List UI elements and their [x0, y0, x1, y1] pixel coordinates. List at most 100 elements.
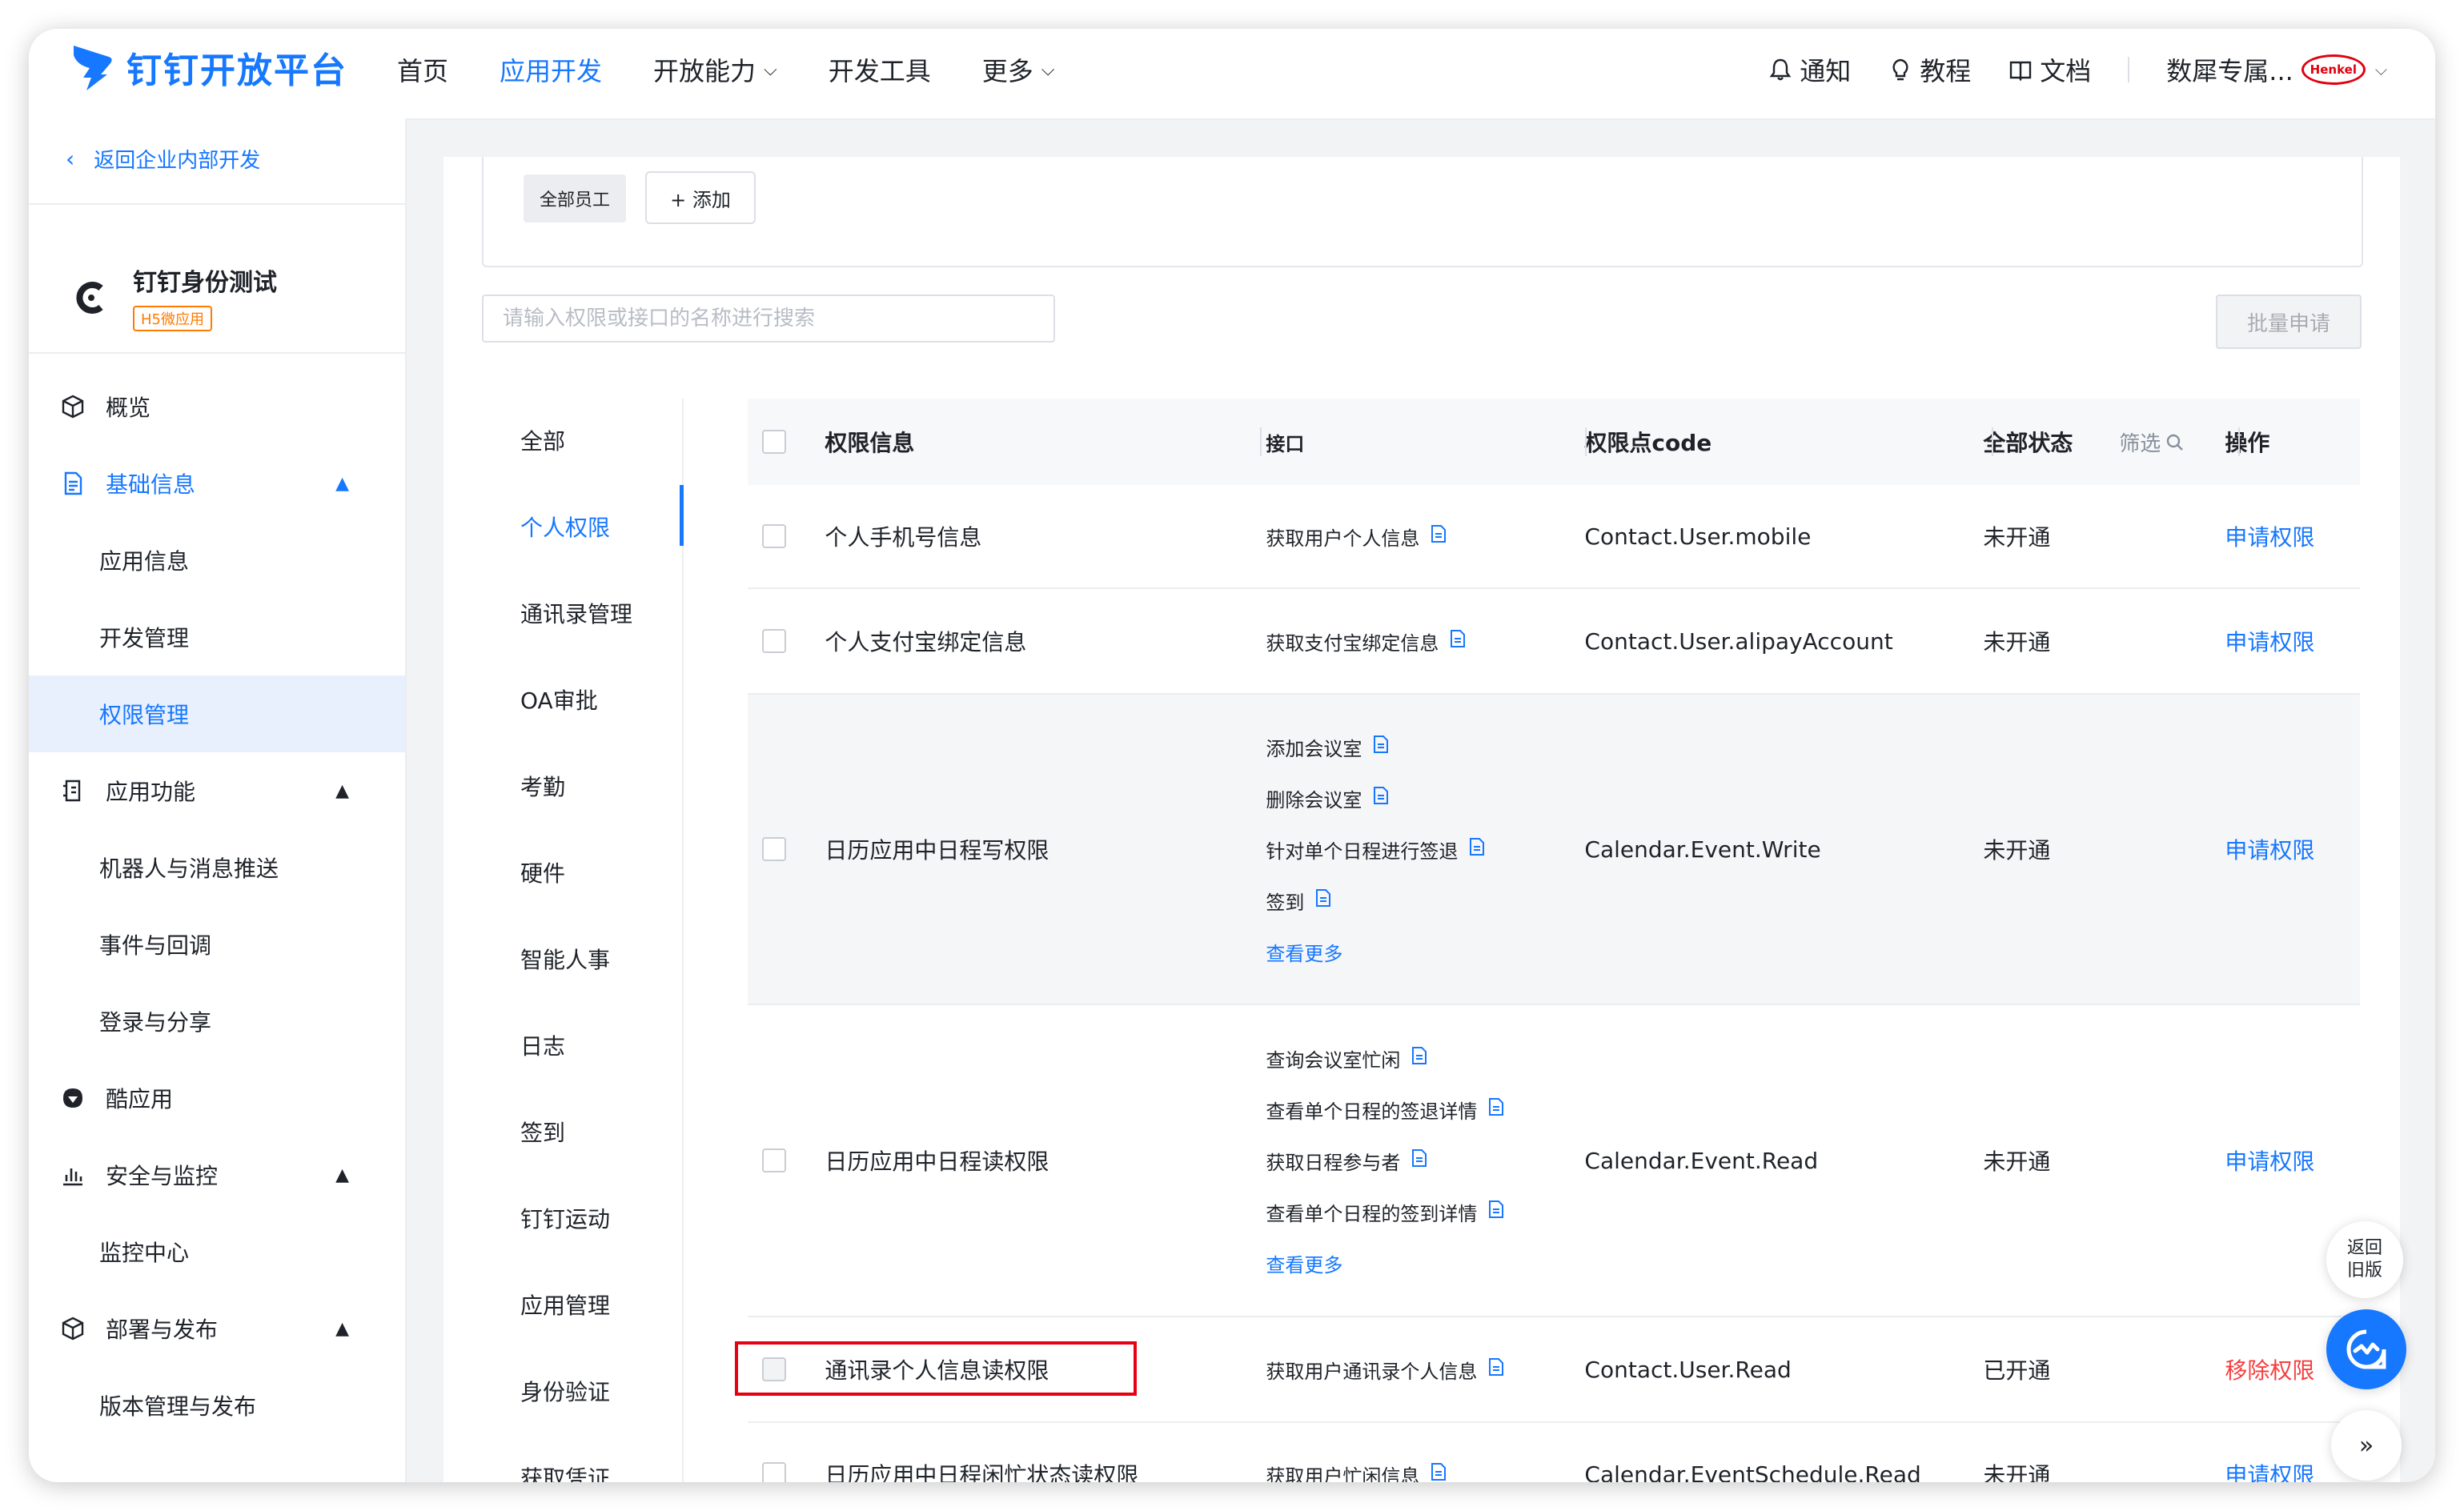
column-divider	[2238, 427, 2240, 456]
api-item[interactable]: 查看单个日程的签到详情	[1266, 1186, 1584, 1237]
view-more-link[interactable]: 查看更多	[1266, 926, 1584, 977]
apply-permission-link[interactable]: 申请权限	[2225, 837, 2314, 864]
expand-panel-button[interactable]: »	[2331, 1410, 2402, 1481]
api-item[interactable]: 删除会议室	[1266, 772, 1584, 824]
sidebar-item-app-features[interactable]: 应用功能 ▲	[29, 752, 405, 829]
sidebar-item-login-share[interactable]: 登录与分享	[29, 983, 405, 1060]
api-item[interactable]: 获取支付宝绑定信息	[1266, 615, 1584, 667]
document-link-icon[interactable]	[1304, 889, 1331, 912]
row-checkbox[interactable]	[762, 524, 786, 548]
sidebar-item-app-info[interactable]: 应用信息	[29, 522, 405, 599]
apply-permission-link[interactable]: 申请权限	[2225, 524, 2314, 551]
api-item[interactable]: 获取用户通讯录个人信息	[1266, 1344, 1584, 1395]
sidebar-item-overview[interactable]: 概览	[29, 368, 405, 445]
sidebar-item-deploy-release[interactable]: 部署与发布 ▲	[29, 1290, 405, 1367]
table-row: 日历应用中日程闲忙状态读权限 获取用户忙闲信息 Calendar.EventSc…	[748, 1423, 2360, 1482]
document-link-icon[interactable]	[1419, 1463, 1447, 1482]
row-checkbox[interactable]	[762, 1148, 786, 1172]
col-permission-code: 权限点code	[1584, 430, 1712, 456]
category-smart-hr[interactable]: 智能人事	[482, 917, 682, 1004]
sidebar-item-robot-messages[interactable]: 机器人与消息推送	[29, 829, 405, 906]
column-divider	[1260, 427, 1262, 456]
assistant-button[interactable]	[2326, 1309, 2406, 1389]
document-link-icon[interactable]	[1477, 1098, 1504, 1120]
document-link-icon[interactable]	[1477, 1200, 1504, 1223]
document-link-icon[interactable]	[1477, 1358, 1504, 1381]
tutorial-link[interactable]: 教程	[1888, 51, 1971, 88]
category-oa-approval[interactable]: OA审批	[482, 658, 682, 744]
category-check-in[interactable]: 签到	[482, 1090, 682, 1176]
category-log[interactable]: 日志	[482, 1004, 682, 1090]
sidebar-item-permission-management[interactable]: 权限管理	[29, 675, 405, 752]
api-item[interactable]: 签到	[1266, 875, 1584, 926]
category-identity[interactable]: 身份验证	[482, 1349, 682, 1436]
row-checkbox[interactable]	[762, 629, 786, 653]
category-credentials[interactable]: 获取凭证	[482, 1436, 682, 1482]
sidebar-item-security-monitoring[interactable]: 安全与监控 ▲	[29, 1136, 405, 1213]
category-personal[interactable]: 个人权限	[482, 485, 684, 571]
nav-dev-tools[interactable]: 开发工具	[829, 51, 931, 88]
nav-home[interactable]: 首页	[397, 51, 448, 88]
status-badge: 未开通	[1983, 837, 2051, 864]
api-item[interactable]: 针对单个日程进行签退	[1266, 824, 1584, 875]
apply-permission-link[interactable]: 申请权限	[2225, 629, 2314, 655]
category-hardware[interactable]: 硬件	[482, 831, 682, 917]
row-checkbox[interactable]	[762, 1462, 786, 1482]
sidebar-item-dev-management[interactable]: 开发管理	[29, 599, 405, 675]
apply-permission-link[interactable]: 申请权限	[2225, 1462, 2314, 1482]
document-link-icon[interactable]	[1362, 735, 1389, 758]
document-link-icon[interactable]	[1458, 838, 1485, 860]
api-item[interactable]: 查看单个日程的签退详情	[1266, 1084, 1584, 1135]
platform-logo[interactable]: 钉钉开放平台	[69, 42, 347, 93]
api-name: 查看单个日程的签退详情	[1266, 1100, 1478, 1123]
category-attendance[interactable]: 考勤	[482, 744, 682, 831]
status-filter-label[interactable]: 全部状态	[1983, 430, 2073, 456]
remove-permission-link[interactable]: 移除权限	[2225, 1357, 2314, 1384]
org-switcher[interactable]: 数犀专属... Henkel ⌵	[2166, 51, 2387, 88]
notify-label: 通知	[1800, 56, 1852, 86]
notify-link[interactable]: 通知	[1768, 51, 1851, 88]
sidebar-item-monitoring-center[interactable]: 监控中心	[29, 1213, 405, 1290]
select-all-checkbox[interactable]	[762, 430, 786, 454]
category-all[interactable]: 全部	[482, 399, 682, 485]
apply-permission-link[interactable]: 申请权限	[2225, 1148, 2314, 1175]
back-to-internal-dev-link[interactable]: ‹ 返回企业内部开发	[66, 144, 260, 174]
view-more-link[interactable]: 查看更多	[1266, 1237, 1584, 1289]
document-link-icon[interactable]	[1362, 787, 1389, 809]
document-link-icon[interactable]	[1439, 630, 1466, 652]
api-item[interactable]: 获取用户忙闲信息	[1266, 1449, 1584, 1482]
permission-code: Calendar.EventSchedule.Read	[1584, 1461, 1921, 1483]
permission-code: Calendar.Event.Write	[1584, 836, 1821, 863]
batch-apply-button[interactable]: 批量申请	[2216, 295, 2362, 349]
permission-search-input[interactable]	[482, 295, 1055, 343]
sidebar-item-basic-info[interactable]: 基础信息 ▲	[29, 445, 405, 522]
caret-up-icon: ▲	[335, 780, 349, 801]
category-sports[interactable]: 钉钉运动	[482, 1176, 682, 1263]
caret-up-icon: ▲	[335, 1164, 349, 1185]
sidebar-item-events-callbacks[interactable]: 事件与回调	[29, 906, 405, 983]
row-checkbox[interactable]	[762, 837, 786, 861]
nav-more[interactable]: 更多 ⌵	[982, 51, 1055, 88]
nav-app-dev[interactable]: 应用开发	[500, 51, 602, 88]
double-chevron-right-icon: »	[2358, 1431, 2374, 1460]
add-scope-button[interactable]: + 添加	[645, 171, 756, 224]
api-item[interactable]: 查询会议室忙闲	[1266, 1032, 1584, 1084]
api-item[interactable]: 获取用户个人信息	[1266, 511, 1584, 562]
api-item[interactable]: 添加会议室	[1266, 721, 1584, 772]
scope-section: 全部员工 + 添加	[482, 157, 2363, 267]
sidebar-item-version-release[interactable]: 版本管理与发布	[29, 1367, 405, 1444]
document-link-icon[interactable]	[1400, 1149, 1427, 1172]
sidebar-item-label: 部署与发布	[106, 1317, 219, 1343]
back-to-old-version-button[interactable]: 返回 旧版	[2326, 1221, 2403, 1298]
nav-label: 首页	[397, 56, 449, 86]
nav-open-capability[interactable]: 开放能力 ⌵	[653, 51, 777, 88]
document-link-icon[interactable]	[1400, 1047, 1427, 1069]
api-item[interactable]: 获取日程参与者	[1266, 1135, 1584, 1186]
document-link-icon[interactable]	[1419, 525, 1447, 547]
category-app-management[interactable]: 应用管理	[482, 1263, 682, 1349]
docs-link[interactable]: 文档	[2008, 51, 2091, 88]
nav-label: 开发工具	[828, 56, 931, 86]
category-contacts[interactable]: 通讯录管理	[482, 571, 682, 658]
status-filter-button[interactable]: 筛选	[2119, 427, 2185, 457]
sidebar-item-cool-app[interactable]: 酷应用	[29, 1060, 405, 1136]
